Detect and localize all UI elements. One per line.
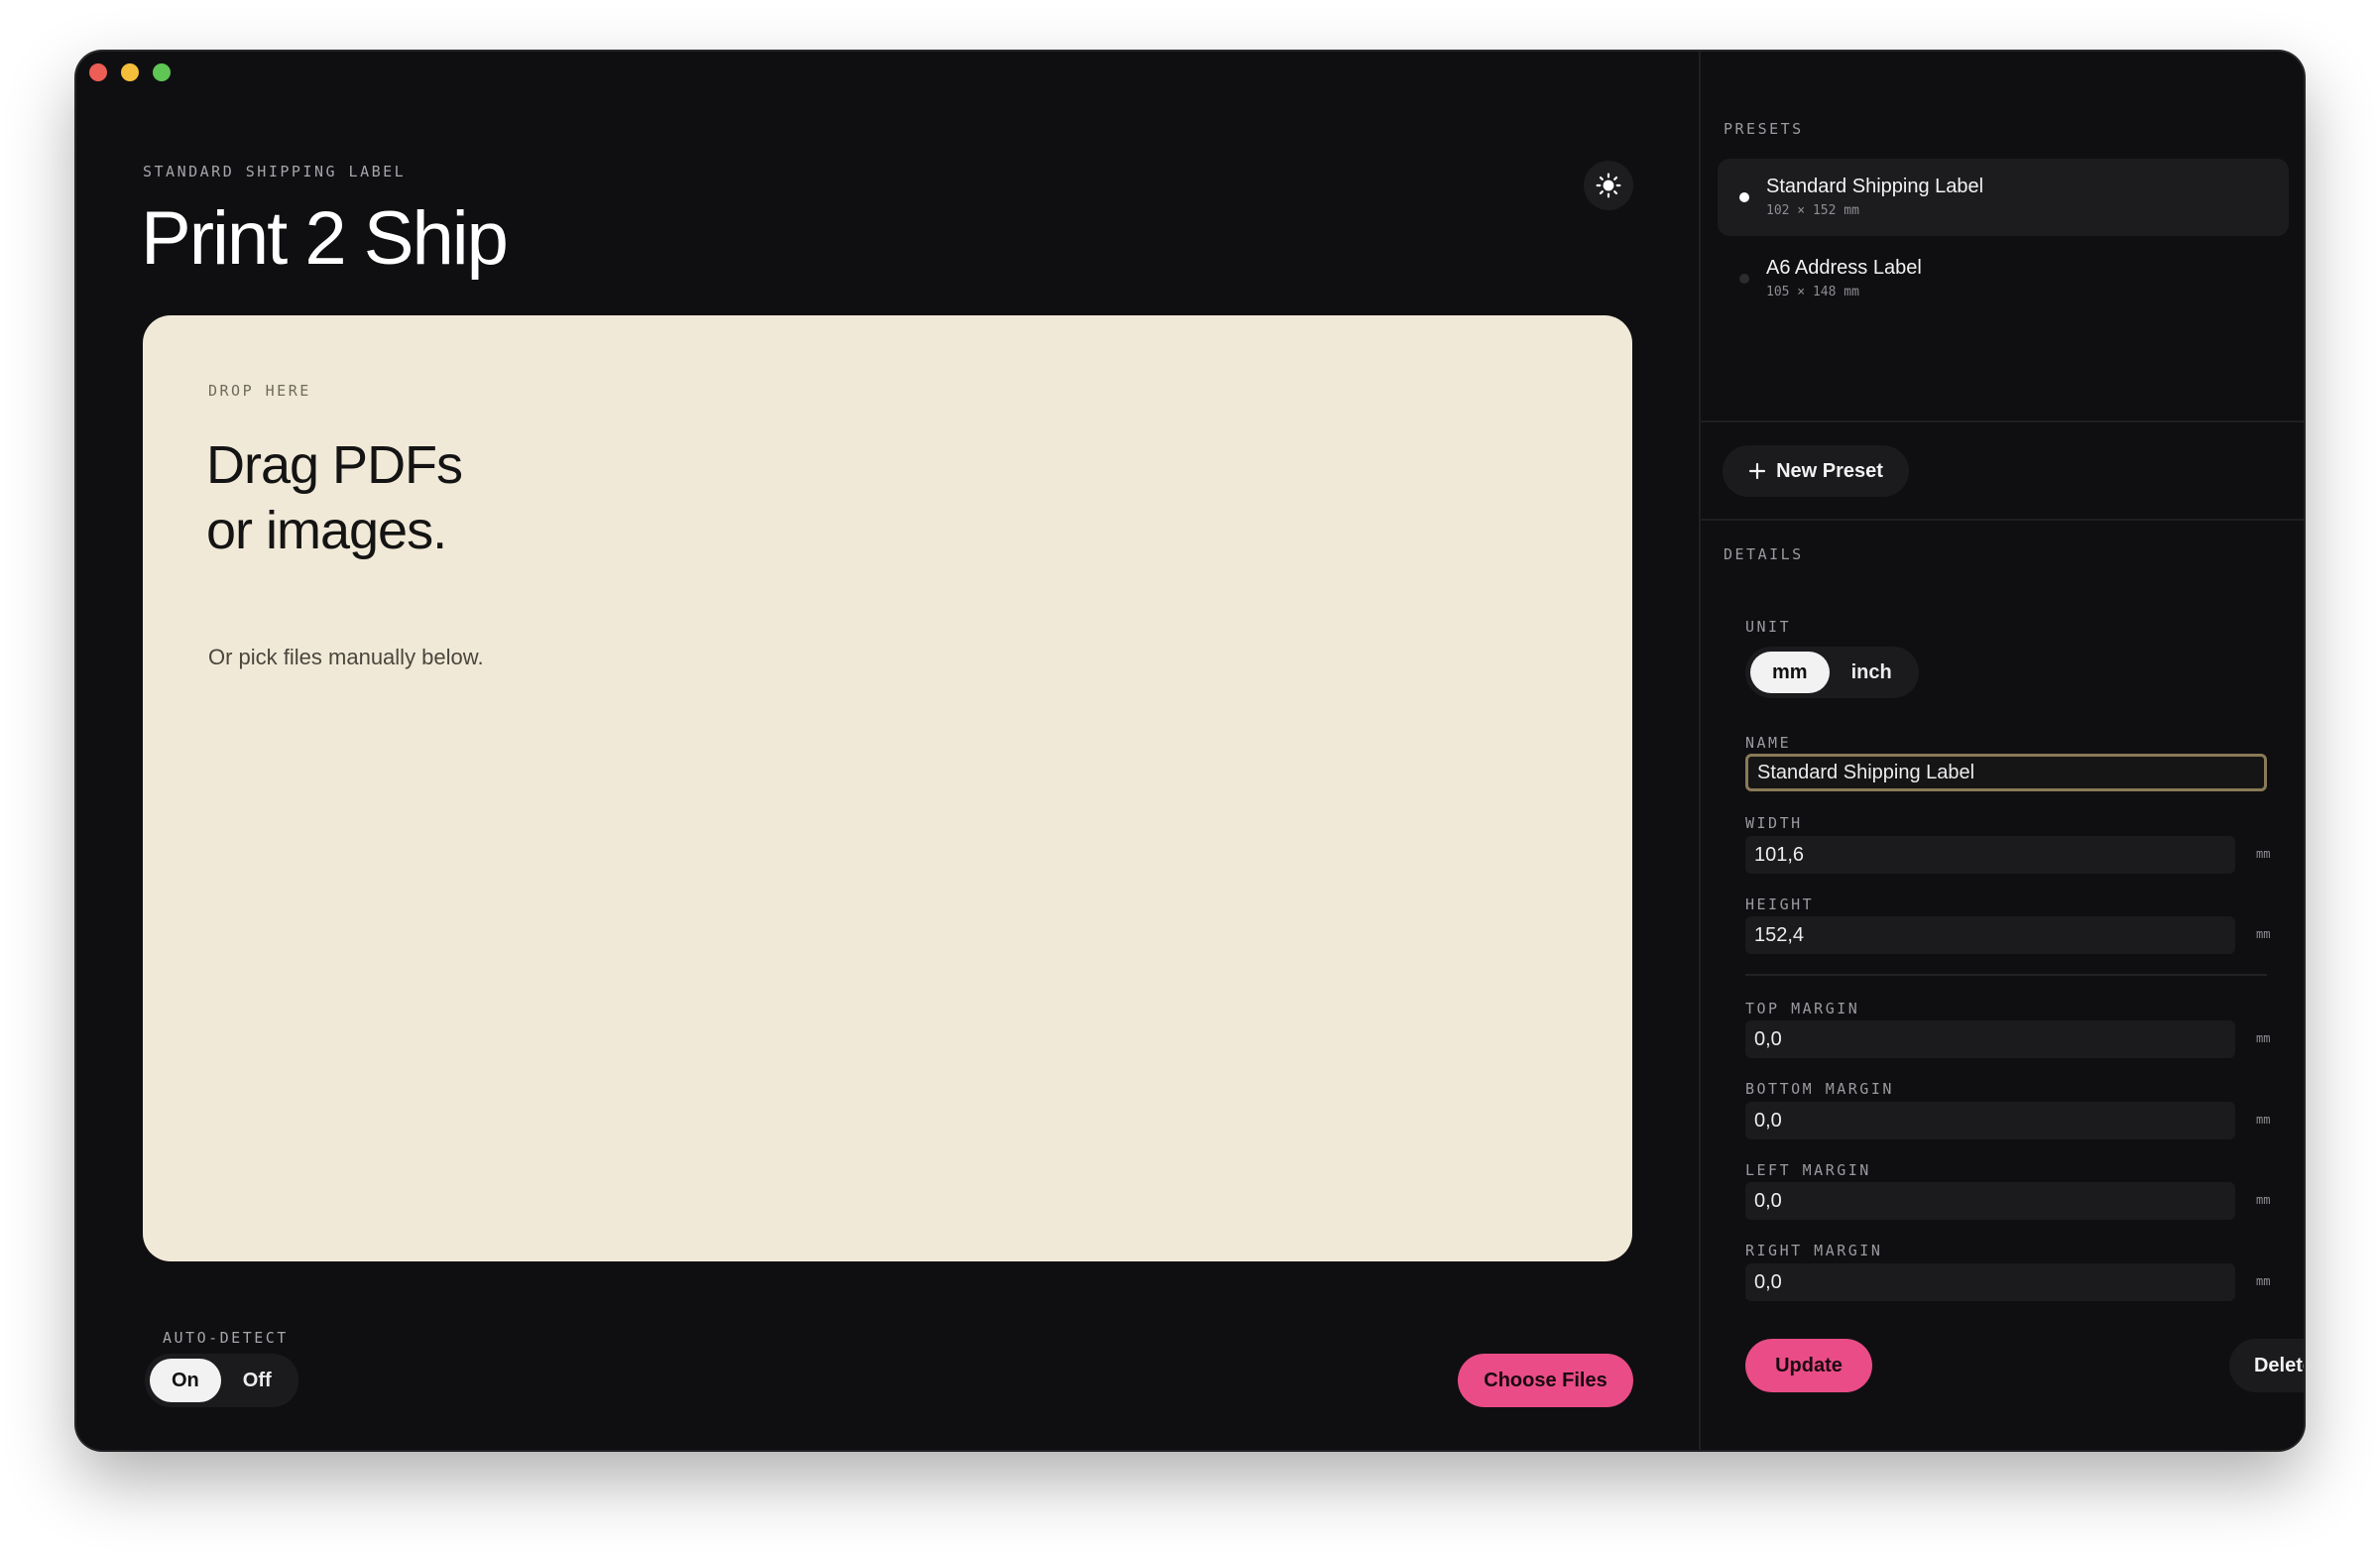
height-unit: mm — [2256, 927, 2271, 941]
name-input[interactable]: Standard Shipping Label — [1745, 754, 2267, 791]
right-margin-input[interactable]: 0,0 — [1745, 1263, 2235, 1301]
unit-mm-option[interactable]: mm — [1750, 652, 1830, 693]
name-label: NAME — [1745, 734, 1792, 752]
details-section-label: DETAILS — [1724, 545, 1804, 563]
width-label: WIDTH — [1745, 814, 1803, 832]
update-button[interactable]: Update — [1745, 1339, 1872, 1392]
left-margin-input[interactable]: 0,0 — [1745, 1182, 2235, 1220]
dropzone-eyebrow: DROP HERE — [208, 382, 311, 400]
height-label: HEIGHT — [1745, 895, 1815, 913]
plus-icon — [1748, 462, 1766, 480]
dropzone-title-line-2: or images. — [206, 501, 447, 560]
new-preset-button[interactable]: New Preset — [1723, 445, 1909, 497]
preset-name: Standard Shipping Label — [1766, 176, 1984, 197]
sidebar-divider — [1701, 420, 2304, 422]
width-input[interactable]: 101,6 — [1745, 836, 2235, 874]
preset-size: 105 × 148 mm — [1766, 285, 1859, 299]
unit-toggle: mm inch — [1745, 647, 1919, 698]
app-window: STANDARD SHIPPING LABEL Print 2 Ship DRO… — [76, 52, 2304, 1450]
theme-toggle-button[interactable] — [1584, 161, 1633, 210]
auto-detect-off-option[interactable]: Off — [221, 1359, 294, 1402]
active-preset-eyebrow: STANDARD SHIPPING LABEL — [143, 163, 407, 180]
dropzone-subtitle: Or pick files manually below. — [208, 645, 484, 669]
width-unit: mm — [2256, 847, 2271, 861]
top-margin-unit: mm — [2256, 1031, 2271, 1045]
preset-selected-indicator — [1739, 192, 1749, 202]
auto-detect-on-option[interactable]: On — [150, 1359, 221, 1402]
sun-icon — [1596, 173, 1621, 198]
bottom-margin-input[interactable]: 0,0 — [1745, 1102, 2235, 1139]
unit-inch-option[interactable]: inch — [1830, 652, 1914, 693]
height-input[interactable]: 152,4 — [1745, 916, 2235, 954]
preset-size: 102 × 152 mm — [1766, 203, 1859, 218]
sidebar: PRESETS Standard Shipping Label 102 × 15… — [1699, 52, 2304, 1450]
file-dropzone[interactable]: DROP HERE Drag PDFs or images. Or pick f… — [143, 315, 1632, 1261]
sidebar-divider — [1701, 519, 2304, 521]
preset-item-standard-shipping-label[interactable]: Standard Shipping Label 102 × 152 mm — [1718, 159, 2289, 236]
auto-detect-label: AUTO-DETECT — [163, 1329, 289, 1347]
unit-label: UNIT — [1745, 618, 1792, 636]
delete-button[interactable]: Delete — [2229, 1339, 2304, 1392]
new-preset-label: New Preset — [1776, 459, 1883, 482]
presets-section-label: PRESETS — [1724, 120, 1804, 138]
dropzone-title-line-1: Drag PDFs — [206, 435, 463, 495]
top-margin-input[interactable]: 0,0 — [1745, 1020, 2235, 1058]
fields-divider — [1745, 974, 2267, 976]
right-margin-label: RIGHT MARGIN — [1745, 1242, 1883, 1259]
preset-name: A6 Address Label — [1766, 257, 1922, 279]
preset-item-a6-address-label[interactable]: A6 Address Label 105 × 148 mm — [1718, 240, 2289, 317]
preset-unselected-indicator — [1739, 274, 1749, 284]
left-margin-label: LEFT MARGIN — [1745, 1161, 1871, 1179]
app-title: Print 2 Ship — [141, 196, 509, 281]
auto-detect-toggle: On Off — [145, 1354, 298, 1407]
bottom-margin-unit: mm — [2256, 1113, 2271, 1127]
bottom-margin-label: BOTTOM MARGIN — [1745, 1080, 1894, 1098]
dropzone-title: Drag PDFs or images. — [206, 432, 801, 563]
choose-files-button[interactable]: Choose Files — [1458, 1354, 1633, 1407]
right-margin-unit: mm — [2256, 1274, 2271, 1288]
left-margin-unit: mm — [2256, 1193, 2271, 1207]
top-margin-label: TOP MARGIN — [1745, 1000, 1860, 1017]
main-panel: STANDARD SHIPPING LABEL Print 2 Ship DRO… — [76, 52, 1699, 1450]
